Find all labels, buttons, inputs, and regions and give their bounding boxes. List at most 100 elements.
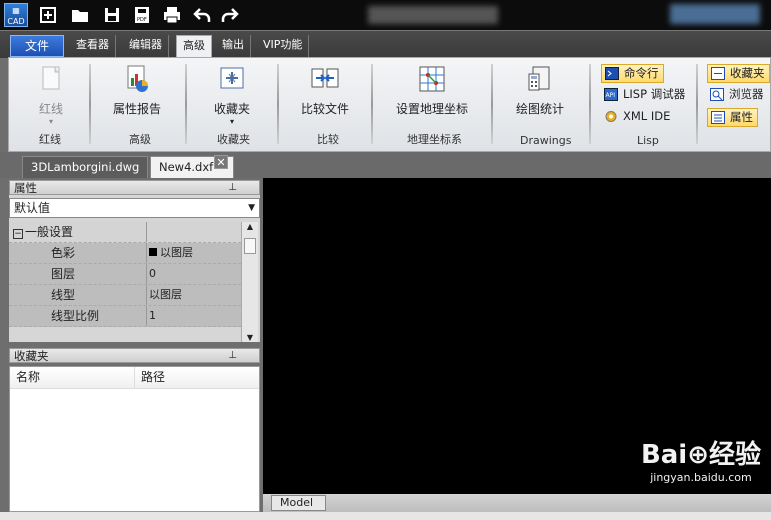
- watermark-logo: Bai⊕经验: [640, 440, 761, 470]
- lisp-debugger-label: LISP 调试器: [623, 87, 686, 101]
- status-strip: [0, 512, 771, 520]
- redline-button[interactable]: 红线 ▾: [31, 64, 71, 126]
- drawing-statistics-label: 绘图统计: [515, 102, 564, 116]
- property-key: 图层: [9, 264, 147, 284]
- property-row-linetype-scale[interactable]: 线型比例 1: [9, 306, 241, 327]
- favorites-panel-label: 收藏夹: [730, 66, 765, 80]
- xml-ide-icon: [604, 110, 618, 123]
- column-header-path[interactable]: 路径: [135, 367, 165, 388]
- set-geo-coordinates-button[interactable]: 设置地理坐标: [395, 64, 469, 117]
- drawing-statistics-button[interactable]: 绘图统计: [511, 64, 569, 117]
- divider: [185, 64, 187, 144]
- property-value: 1: [149, 309, 156, 322]
- favorites-panel-icon: [711, 67, 725, 80]
- property-report-label: 属性报告: [112, 102, 161, 116]
- document-tab-bar: 3DLamborgini.dwg New4.dxf ✕: [0, 152, 771, 178]
- favorites-panel-header: 收藏夹 ⊥: [9, 348, 260, 363]
- tab-file[interactable]: 文件: [10, 35, 65, 57]
- properties-panel-label: 属性: [730, 110, 753, 124]
- dropdown-arrow-icon: ▾: [48, 117, 53, 126]
- svg-text:API: API: [606, 92, 616, 99]
- scroll-up-icon[interactable]: ▲: [242, 222, 258, 231]
- watermark-url: jingyan.baidu.com: [650, 471, 752, 484]
- title-bar: ▦ CAD PDF: [0, 0, 771, 30]
- pin-icon[interactable]: ⊥: [228, 181, 237, 195]
- favorites-label: 收藏夹: [213, 102, 250, 116]
- property-row-linetype[interactable]: 线型 以图层: [9, 285, 241, 306]
- browser-icon: [710, 88, 724, 101]
- redacted-area: [670, 4, 760, 24]
- command-line-button[interactable]: 命令行: [601, 64, 664, 83]
- xml-ide-button[interactable]: XML IDE: [601, 108, 674, 127]
- tab-output[interactable]: 输出: [216, 35, 251, 57]
- dropdown-arrow-icon: ▾: [229, 117, 234, 126]
- browser-panel-label: 浏览器: [729, 87, 764, 101]
- properties-dropdown[interactable]: 默认值 ▼: [9, 198, 260, 218]
- app-logo-icon[interactable]: ▦ CAD: [4, 3, 28, 27]
- color-swatch-icon: [149, 248, 157, 256]
- favorites-button[interactable]: 收藏夹 ▾: [209, 64, 255, 126]
- compare-icon: [310, 64, 340, 94]
- property-category-label: 一般设置: [25, 225, 74, 239]
- favorites-icon: [217, 64, 247, 94]
- tab-vip[interactable]: VIP功能: [257, 35, 310, 57]
- browser-panel-toggle[interactable]: 浏览器: [707, 86, 768, 105]
- tab-editor[interactable]: 编辑器: [123, 35, 169, 57]
- set-geo-coordinates-label: 设置地理坐标: [395, 102, 468, 116]
- group-label-lisp: Lisp: [637, 134, 659, 147]
- divider: [696, 64, 698, 144]
- redacted-area: [368, 6, 498, 24]
- property-category-row[interactable]: − 一般设置: [9, 222, 241, 243]
- properties-scrollbar[interactable]: ▲ ▼: [241, 222, 258, 342]
- divider: [89, 64, 91, 144]
- compare-files-label: 比较文件: [300, 102, 349, 116]
- favorites-panel-title: 收藏夹: [14, 349, 49, 363]
- group-label-favorites: 收藏夹: [217, 133, 250, 146]
- layout-tab-bar: Model: [263, 494, 771, 512]
- favorites-list[interactable]: 名称 路径: [9, 366, 260, 512]
- new-icon[interactable]: [38, 5, 58, 25]
- chevron-down-icon: ▼: [248, 203, 255, 213]
- lisp-debugger-button[interactable]: API LISP 调试器: [601, 86, 689, 105]
- group-label-advanced: 高级: [129, 133, 151, 146]
- lisp-debugger-icon: API: [604, 88, 618, 101]
- app-logo-text: CAD: [7, 17, 25, 26]
- redo-icon[interactable]: [220, 5, 240, 25]
- properties-panel-toggle[interactable]: 属性: [707, 108, 758, 127]
- compare-files-button[interactable]: 比较文件: [299, 64, 351, 117]
- print-icon[interactable]: [162, 5, 182, 25]
- group-label-redline: 红线: [39, 133, 61, 146]
- property-row-layer[interactable]: 图层 0: [9, 264, 241, 285]
- column-header-name[interactable]: 名称: [10, 367, 135, 388]
- collapse-icon[interactable]: −: [13, 229, 23, 239]
- properties-panel: 属性 ⊥ 默认值 ▼ − 一般设置 色彩 以图层 图层 0 线型 以图层 线型比例…: [9, 180, 260, 342]
- doc-tab-3dlamborgini[interactable]: 3DLamborgini.dwg: [22, 156, 148, 178]
- ribbon-tab-strip: 文件 查看器 编辑器 高级 输出 VIP功能: [0, 30, 771, 59]
- scroll-down-icon[interactable]: ▼: [242, 333, 258, 342]
- properties-icon: [711, 111, 725, 124]
- svg-text:PDF: PDF: [137, 17, 147, 23]
- save-icon[interactable]: [102, 5, 122, 25]
- save-pdf-icon[interactable]: PDF: [132, 5, 152, 25]
- undo-icon[interactable]: [192, 5, 212, 25]
- favorites-panel-toggle[interactable]: 收藏夹: [707, 64, 770, 83]
- group-label-compare: 比较: [317, 133, 339, 146]
- tab-advanced[interactable]: 高级: [176, 35, 212, 59]
- group-label-geo: 地理坐标系: [407, 133, 462, 146]
- open-icon[interactable]: [70, 5, 90, 25]
- property-row-color[interactable]: 色彩 以图层: [9, 243, 241, 264]
- tab-viewer[interactable]: 查看器: [70, 35, 116, 57]
- property-report-button[interactable]: 属性报告: [109, 64, 165, 117]
- properties-panel-header: 属性 ⊥: [9, 180, 260, 195]
- property-report-icon: [122, 64, 152, 94]
- pin-icon[interactable]: ⊥: [228, 349, 237, 363]
- property-value: 以图层: [149, 288, 182, 301]
- tab-model[interactable]: Model: [271, 495, 327, 511]
- property-grid: − 一般设置 色彩 以图层 图层 0 线型 以图层 线型比例 1: [9, 222, 241, 327]
- property-key: 色彩: [9, 243, 147, 263]
- scrollbar-thumb[interactable]: [244, 238, 256, 254]
- drawing-canvas[interactable]: Bai⊕经验 jingyan.baidu.com: [263, 178, 771, 494]
- group-label-drawings: Drawings: [520, 134, 572, 147]
- command-line-icon: [605, 67, 619, 80]
- close-icon[interactable]: ✕: [214, 155, 228, 169]
